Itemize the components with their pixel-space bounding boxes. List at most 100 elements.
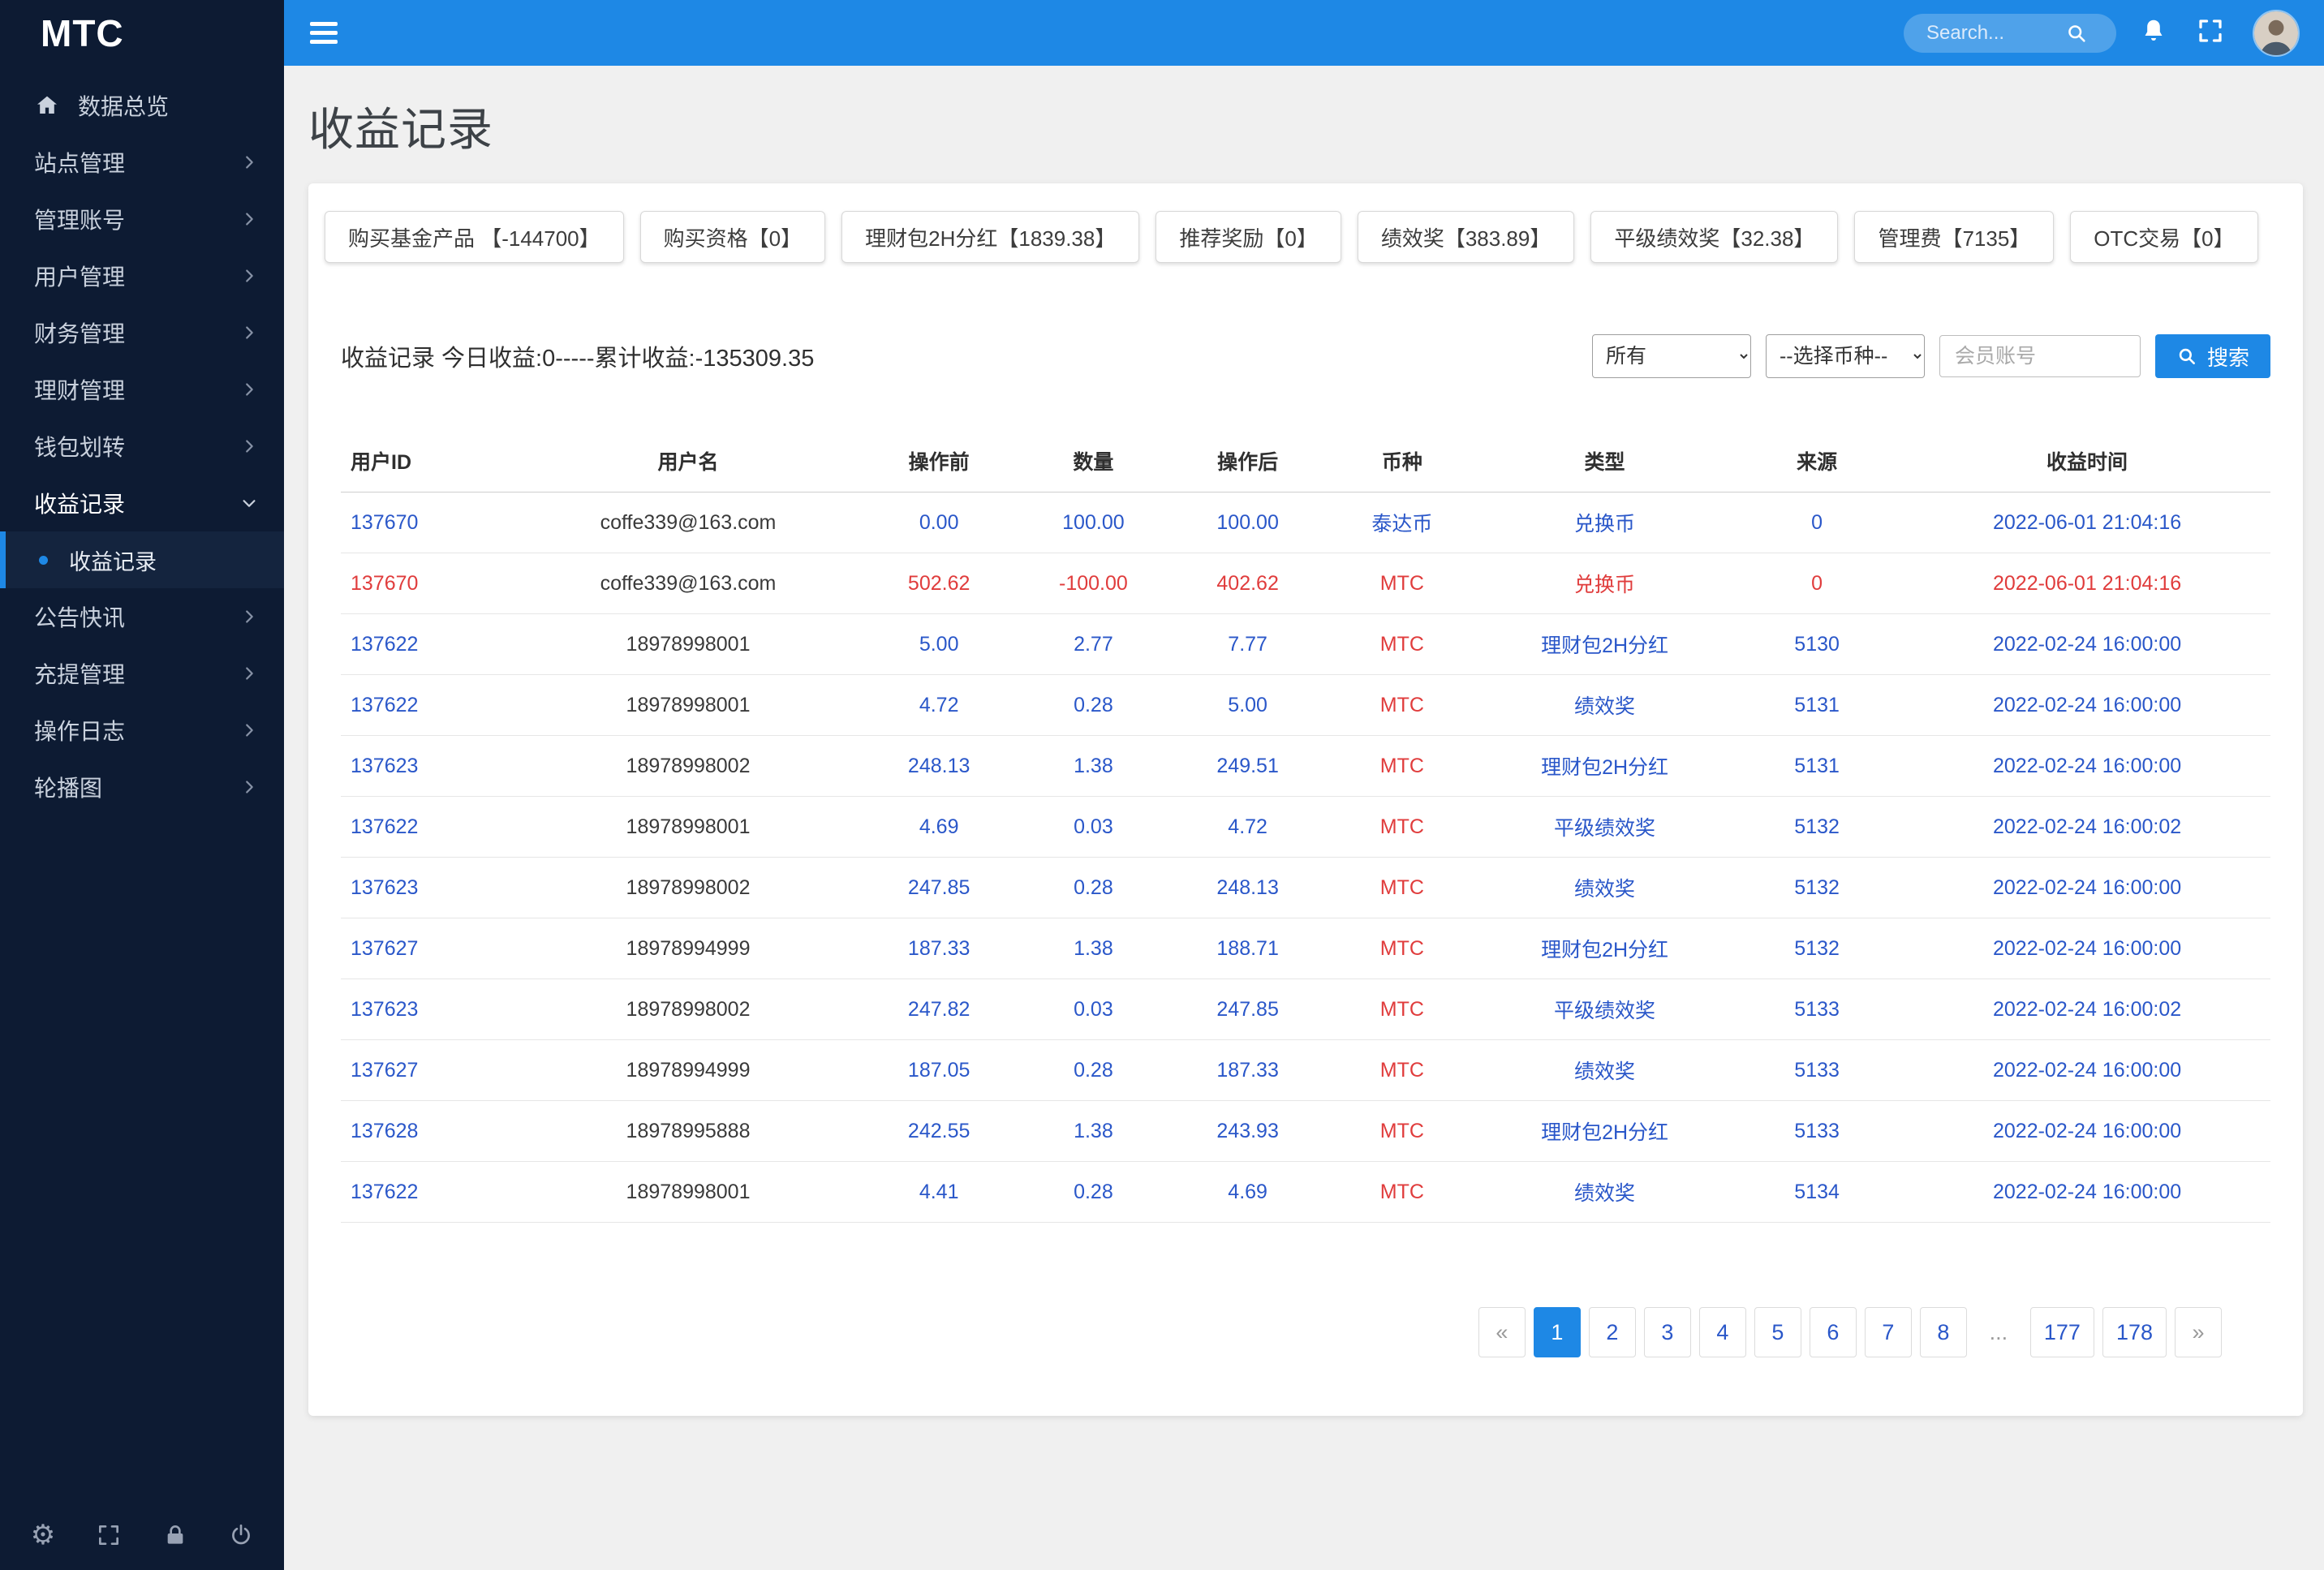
cell-source: 0 xyxy=(1730,553,1904,614)
cell-coin: MTC xyxy=(1324,613,1479,675)
cell-time: 2022-02-24 16:00:00 xyxy=(1904,1100,2270,1162)
topbar-actions xyxy=(1904,9,2300,57)
cell-after: 249.51 xyxy=(1170,735,1325,797)
cell-time: 2022-02-24 16:00:00 xyxy=(1904,674,2270,736)
search-input[interactable] xyxy=(1925,20,2061,45)
cell-amount: 1.38 xyxy=(1016,735,1171,797)
cell-name: 18978995888 xyxy=(514,1100,863,1162)
cell-type: 绩效奖 xyxy=(1478,1161,1731,1223)
cell-source: 5131 xyxy=(1730,674,1904,736)
page-177[interactable]: 177 xyxy=(2029,1307,2094,1357)
sidebar-item-label: 收益记录 xyxy=(34,492,126,517)
cell-id: 137670 xyxy=(341,492,515,553)
lock-icon[interactable] xyxy=(160,1520,191,1551)
sidebar-item-3[interactable]: 用户管理 xyxy=(0,247,284,304)
stat-button-4[interactable]: 绩效奖【383.89】 xyxy=(1357,211,1575,263)
topbar xyxy=(284,0,2324,66)
sidebar-item-1[interactable]: 站点管理 xyxy=(0,134,284,191)
sidebar-item-label: 数据总览 xyxy=(78,94,170,119)
bell-icon[interactable] xyxy=(2139,16,2173,50)
cell-type: 兑换币 xyxy=(1478,492,1731,553)
table-row: 137670 coffe339@163.com 502.62 -100.00 402.6… xyxy=(341,553,2270,614)
sidebar-item-label: 充提管理 xyxy=(34,662,126,687)
sidebar-item-7[interactable]: 收益记录 xyxy=(0,475,284,531)
content-card: 购买基金产品 【-144700】 购买资格【0】 理财包2H分红【1839.38】推… xyxy=(308,183,2303,1416)
page-1[interactable]: 1 xyxy=(1533,1307,1581,1357)
sidebar: MTC 数据总览 站点管理 管理账号 用户管理 财务管理 理财管理 钱包划转 收益记录 收益记录… xyxy=(0,0,284,1570)
cell-id: 137623 xyxy=(341,735,515,797)
cell-after: 402.62 xyxy=(1170,553,1325,614)
cell-before: 242.55 xyxy=(862,1100,1017,1162)
sidebar-subitem-0[interactable]: 收益记录 xyxy=(0,531,284,588)
sidebar-item-2[interactable]: 管理账号 xyxy=(0,191,284,247)
page-2[interactable]: 2 xyxy=(1588,1307,1636,1357)
sidebar-item-11[interactable]: 轮播图 xyxy=(0,759,284,815)
cell-after: 247.85 xyxy=(1170,979,1325,1040)
sidebar-item-label: 用户管理 xyxy=(34,265,126,290)
cell-time: 2022-02-24 16:00:02 xyxy=(1904,979,2270,1040)
type-select[interactable]: 所有 xyxy=(1591,334,1751,378)
cell-name: 18978998001 xyxy=(514,1161,863,1223)
stat-button-7[interactable]: OTC交易【0】 xyxy=(2070,211,2258,263)
chevron-right-icon xyxy=(240,721,258,739)
menu-toggle-button[interactable] xyxy=(302,11,346,55)
table-row: 137627 18978994999 187.33 1.38 188.71 MTC 理财包2… xyxy=(341,918,2270,979)
cell-source: 0 xyxy=(1730,492,1904,553)
stat-button-0[interactable]: 购买基金产品 【-144700】 xyxy=(325,211,624,263)
sidebar-item-5[interactable]: 理财管理 xyxy=(0,361,284,418)
sidebar-item-10[interactable]: 操作日志 xyxy=(0,702,284,759)
sidebar-item-9[interactable]: 充提管理 xyxy=(0,645,284,702)
page-4[interactable]: 4 xyxy=(1698,1307,1746,1357)
coin-select[interactable]: --选择币种-- xyxy=(1765,334,1925,378)
fullscreen-icon[interactable] xyxy=(93,1520,124,1551)
sidebar-item-6[interactable]: 钱包划转 xyxy=(0,418,284,475)
cell-before: 247.85 xyxy=(862,857,1017,918)
table-row: 137622 18978998001 4.69 0.03 4.72 MTC 平级绩效奖 513… xyxy=(341,796,2270,858)
user-avatar[interactable] xyxy=(2253,9,2300,57)
cell-type: 平级绩效奖 xyxy=(1478,796,1731,858)
sidebar-item-label: 财务管理 xyxy=(34,321,126,346)
app-root: MTC 数据总览 站点管理 管理账号 用户管理 财务管理 理财管理 钱包划转 收益记录 收益记录… xyxy=(0,0,2324,1570)
fullscreen-icon[interactable] xyxy=(2196,16,2230,50)
cell-amount: 1.38 xyxy=(1016,1100,1171,1162)
sidebar-item-8[interactable]: 公告快讯 xyxy=(0,588,284,645)
sidebar-footer: ⚙ xyxy=(0,1500,284,1570)
search-button[interactable]: 搜索 xyxy=(2154,334,2270,378)
page-7[interactable]: 7 xyxy=(1864,1307,1912,1357)
chevron-right-icon xyxy=(240,267,258,285)
column-header-after: 操作后 xyxy=(1170,430,1325,493)
home-icon xyxy=(34,92,60,118)
account-input[interactable] xyxy=(1939,335,2141,377)
cell-source: 5132 xyxy=(1730,796,1904,858)
page-next[interactable]: » xyxy=(2175,1307,2222,1357)
cell-amount: 0.28 xyxy=(1016,1161,1171,1223)
table-row: 137623 18978998002 247.82 0.03 247.85 MTC 平级绩效… xyxy=(341,979,2270,1040)
column-header-name: 用户名 xyxy=(514,430,863,493)
search-icon[interactable] xyxy=(2061,18,2092,49)
cell-before: 248.13 xyxy=(862,735,1017,797)
cell-name: coffe339@163.com xyxy=(514,492,863,553)
page-178[interactable]: 178 xyxy=(2102,1307,2167,1357)
gear-icon[interactable]: ⚙ xyxy=(28,1520,58,1551)
page-3[interactable]: 3 xyxy=(1643,1307,1691,1357)
cell-type: 平级绩效奖 xyxy=(1478,979,1731,1040)
cell-type: 理财包2H分红 xyxy=(1478,918,1731,979)
page-prev[interactable]: « xyxy=(1478,1307,1526,1357)
table-row: 137628 18978995888 242.55 1.38 243.93 MTC 理财包2… xyxy=(341,1100,2270,1162)
sidebar-item-0[interactable]: 数据总览 xyxy=(0,77,284,134)
power-icon[interactable] xyxy=(226,1520,256,1551)
page-6[interactable]: 6 xyxy=(1809,1307,1857,1357)
page-title: 收益记录 xyxy=(308,104,493,155)
stat-button-3[interactable]: 推荐奖励【0】 xyxy=(1156,211,1341,263)
stat-button-6[interactable]: 管理费【7135】 xyxy=(1854,211,2055,263)
sidebar-item-4[interactable]: 财务管理 xyxy=(0,304,284,361)
cell-name: 18978998002 xyxy=(514,857,863,918)
page-8[interactable]: 8 xyxy=(1919,1307,1967,1357)
stat-button-2[interactable]: 理财包2H分红【1839.38】 xyxy=(841,211,1140,263)
cell-before: 247.82 xyxy=(862,979,1017,1040)
table-row: 137627 18978994999 187.05 0.28 187.33 MTC 绩效奖 5… xyxy=(341,1039,2270,1101)
summary-text: 收益记录 今日收益:0-----累计收益:-135309.35 xyxy=(341,346,815,372)
stat-button-5[interactable]: 平级绩效奖【32.38】 xyxy=(1590,211,1839,263)
page-5[interactable]: 5 xyxy=(1754,1307,1801,1357)
stat-button-1[interactable]: 购买资格【0】 xyxy=(639,211,826,263)
